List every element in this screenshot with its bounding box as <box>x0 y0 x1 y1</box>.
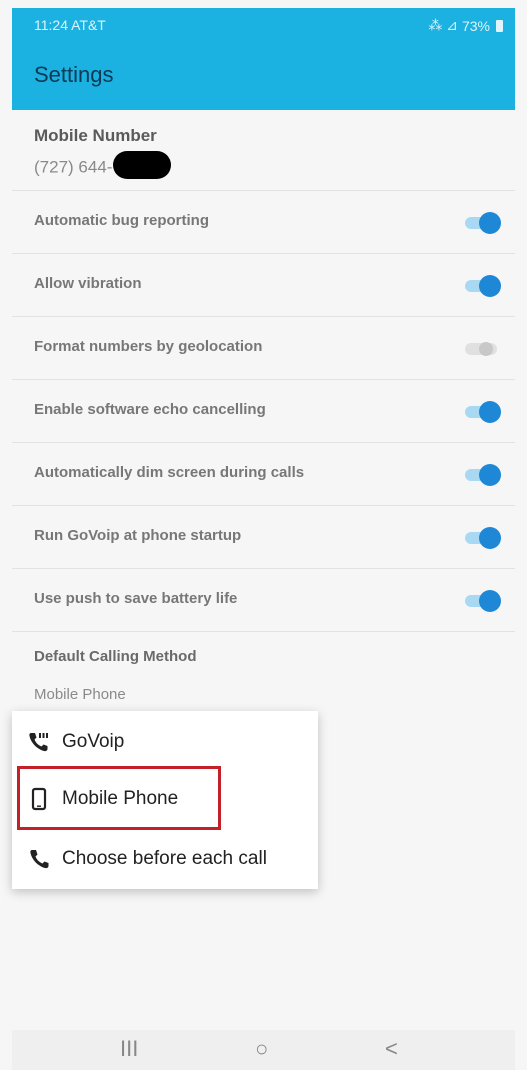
menu-item-govoip[interactable]: GoVoip <box>12 717 318 767</box>
recents-button[interactable]: III <box>120 1036 138 1062</box>
voip-phone-icon <box>26 729 52 755</box>
menu-item-choose-each-call[interactable]: Choose before each call <box>12 834 318 884</box>
battery-icon <box>496 19 503 32</box>
toggle-switch[interactable] <box>465 211 501 234</box>
mobile-number-item[interactable]: Mobile Number (727) 644- <box>12 110 515 191</box>
back-button[interactable]: < <box>385 1036 398 1062</box>
annotation-highlight-box <box>17 766 221 830</box>
mobile-number-value: (727) 644- <box>34 151 172 182</box>
default-calling-value: Mobile Phone <box>34 686 126 703</box>
status-bar: 11:24 AT&T ⁂ ⊿ 73% <box>12 8 515 42</box>
system-nav-bar: III ○ < <box>12 1030 515 1070</box>
mobile-number-label: Mobile Number <box>34 126 157 145</box>
setting-row-echo-cancelling[interactable]: Enable software echo cancelling <box>12 380 515 443</box>
toggle-switch[interactable] <box>465 589 501 612</box>
toggle-switch[interactable] <box>465 463 501 486</box>
toggle-switch[interactable] <box>465 337 501 359</box>
status-time: 11:24 AT&T <box>34 17 106 33</box>
default-calling-label: Default Calling Method <box>34 648 197 665</box>
setting-label: Enable software echo cancelling <box>34 401 266 418</box>
setting-label: Format numbers by geolocation <box>34 338 263 355</box>
home-button[interactable]: ○ <box>255 1036 268 1062</box>
toggle-switch[interactable] <box>465 274 501 297</box>
app-bar: Settings <box>12 42 515 110</box>
setting-row-bug-reporting[interactable]: Automatic bug reporting <box>12 191 515 254</box>
settings-list: Mobile Number (727) 644- Automatic bug r… <box>12 110 515 742</box>
toggle-switch[interactable] <box>465 400 501 423</box>
setting-label: Automatically dim screen during calls <box>34 464 305 481</box>
setting-row-startup[interactable]: Run GoVoip at phone startup <box>12 506 515 569</box>
setting-row-push[interactable]: Use push to save battery life <box>12 569 515 632</box>
setting-row-vibration[interactable]: Allow vibration <box>12 254 515 317</box>
redaction-mark <box>113 151 172 179</box>
setting-label: Run GoVoip at phone startup <box>34 527 242 544</box>
setting-row-dim-screen[interactable]: Automatically dim screen during calls <box>12 443 515 506</box>
setting-label: Allow vibration <box>34 275 142 292</box>
signal-icon: ⁂ ⊿ <box>428 17 458 33</box>
battery-percent: 73% <box>461 17 490 34</box>
menu-item-label: GoVoip <box>62 731 125 752</box>
page-title: Settings <box>34 62 114 87</box>
menu-item-label: Choose before each call <box>62 848 267 869</box>
setting-label: Automatic bug reporting <box>34 212 209 229</box>
setting-label: Use push to save battery life <box>34 590 238 607</box>
status-icons: ⁂ ⊿ 73% <box>428 17 503 34</box>
phone-icon <box>26 846 52 872</box>
setting-row-geolocation[interactable]: Format numbers by geolocation <box>12 317 515 380</box>
toggle-switch[interactable] <box>465 526 501 549</box>
